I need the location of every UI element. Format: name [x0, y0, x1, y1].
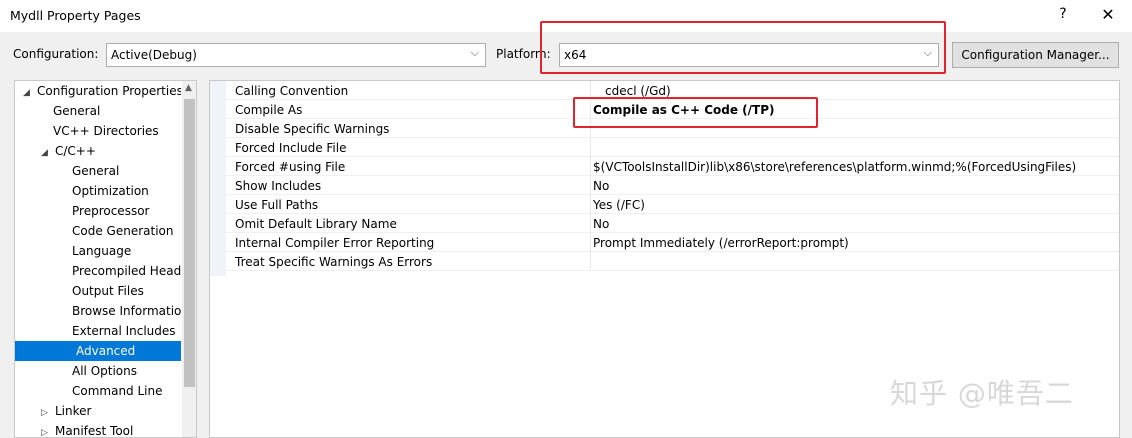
column-divider: [590, 119, 591, 138]
window-title: Mydll Property Pages: [10, 8, 141, 23]
tree-item-label: External Includes: [72, 324, 176, 338]
property-row[interactable]: Omit Default Library Name No: [226, 214, 1119, 233]
property-row[interactable]: Forced Include File: [226, 138, 1119, 157]
tree-item-label: Language: [72, 244, 132, 258]
tree-item[interactable]: Precompiled Headers: [72, 261, 181, 281]
scroll-thumb[interactable]: [184, 99, 195, 387]
tree-item[interactable]: Advanced: [15, 341, 181, 361]
property-value[interactable]: $(VCToolsInstallDir)lib\x86\store\refere…: [593, 160, 1076, 174]
property-row[interactable]: Compile As Compile as C++ Code (/TP): [226, 100, 1119, 119]
tree-item-label: All Options: [72, 364, 137, 378]
collapse-arrow-icon[interactable]: ▷: [41, 423, 55, 437]
collapse-arrow-icon[interactable]: ▷: [41, 403, 55, 421]
property-row[interactable]: Calling Convention __cdecl (/Gd): [226, 81, 1119, 100]
property-row[interactable]: Internal Compiler Error Reporting Prompt …: [226, 233, 1119, 252]
property-row[interactable]: Use Full Paths Yes (/FC): [226, 195, 1119, 214]
property-name: Disable Specific Warnings: [235, 122, 390, 136]
tree-item[interactable]: ◢ C/C++: [41, 141, 181, 161]
property-value[interactable]: No: [593, 179, 609, 193]
tree-item-label: General: [72, 164, 120, 178]
close-button[interactable]: ✕: [1093, 5, 1123, 24]
grid-margin: [210, 81, 226, 276]
tree-item[interactable]: All Options: [72, 361, 181, 381]
tree-item-label: C/C++: [55, 144, 96, 158]
tree-item[interactable]: External Includes: [72, 321, 181, 341]
configuration-value: Active(Debug): [111, 48, 197, 62]
tree-item[interactable]: ▷ Manifest Tool: [41, 421, 181, 438]
tree-item-label: Precompiled Headers: [72, 264, 181, 278]
tree-item-label: Configuration Properties: [37, 84, 181, 98]
tree-scrollbar[interactable]: ▲: [182, 81, 196, 437]
chevron-down-icon: ⌵: [923, 46, 932, 59]
property-value[interactable]: Prompt Immediately (/errorReport:prompt): [593, 236, 849, 250]
property-name: Compile As: [235, 103, 303, 117]
property-tree[interactable]: ◢ Configuration Properties General VC++ Dir…: [14, 80, 197, 438]
property-name: Internal Compiler Error Reporting: [235, 236, 435, 250]
platform-dropdown[interactable]: x64 ⌵: [559, 43, 939, 67]
tree-item-label: Preprocessor: [72, 204, 150, 218]
property-value[interactable]: Yes (/FC): [593, 198, 645, 212]
scroll-up-icon[interactable]: ▲: [185, 83, 192, 93]
property-row[interactable]: Disable Specific Warnings: [226, 119, 1119, 138]
tree-item[interactable]: Preprocessor: [72, 201, 181, 221]
configuration-label: Configuration:: [13, 47, 99, 61]
column-divider: [590, 100, 591, 119]
property-row[interactable]: Treat Specific Warnings As Errors: [226, 252, 1119, 271]
column-divider: [590, 252, 591, 271]
tree-item-label: Linker: [55, 404, 92, 418]
tree-item-label: Code Generation: [72, 224, 174, 238]
tree-item[interactable]: Language: [72, 241, 181, 261]
tree-item[interactable]: General: [72, 161, 181, 181]
property-name: Omit Default Library Name: [235, 217, 397, 231]
tree-item-label: Manifest Tool: [55, 424, 134, 438]
column-divider: [590, 176, 591, 195]
expand-arrow-icon[interactable]: ◢: [23, 83, 37, 101]
title-bar: Mydll Property Pages ? ✕: [0, 0, 1132, 32]
property-name: Forced #using File: [235, 160, 346, 174]
tree-item[interactable]: Browse Information: [72, 301, 181, 321]
column-divider: [590, 157, 591, 176]
property-value[interactable]: No: [593, 217, 609, 231]
configuration-dropdown[interactable]: Active(Debug) ⌵: [106, 43, 486, 67]
tree-item-label: Command Line: [72, 384, 163, 398]
tree-item[interactable]: General: [53, 101, 181, 121]
property-name: Calling Convention: [235, 84, 349, 98]
property-name: Use Full Paths: [235, 198, 319, 212]
tree-item[interactable]: ▷ Linker: [41, 401, 181, 421]
expand-arrow-icon[interactable]: ◢: [41, 143, 55, 161]
column-divider: [590, 233, 591, 252]
tree-item[interactable]: ◢ Configuration Properties: [23, 81, 181, 101]
tree-item[interactable]: Optimization: [72, 181, 181, 201]
property-value[interactable]: __cdecl (/Gd): [593, 84, 671, 98]
tree-item-label: General: [53, 104, 101, 118]
tree-item[interactable]: Output Files: [72, 281, 181, 301]
help-button[interactable]: ?: [1048, 6, 1078, 22]
property-value[interactable]: Compile as C++ Code (/TP): [593, 103, 775, 117]
property-row[interactable]: Show Includes No: [226, 176, 1119, 195]
tree-item-label: Browse Information: [72, 304, 181, 318]
column-divider: [590, 81, 591, 100]
column-divider: [590, 195, 591, 214]
property-name: Show Includes: [235, 179, 322, 193]
platform-value: x64: [564, 48, 587, 62]
configuration-manager-button[interactable]: Configuration Manager...: [952, 42, 1119, 68]
watermark: 知乎 @唯吾二: [890, 377, 1074, 410]
column-divider: [590, 138, 591, 157]
tree-item[interactable]: VC++ Directories: [53, 121, 181, 141]
tree-item-label: Optimization: [72, 184, 149, 198]
tree-item-label: Output Files: [72, 284, 144, 298]
property-name: Forced Include File: [235, 141, 347, 155]
chevron-down-icon: ⌵: [470, 46, 479, 59]
tree-item-label: VC++ Directories: [53, 124, 159, 138]
property-name: Treat Specific Warnings As Errors: [235, 255, 433, 269]
property-row[interactable]: Forced #using File $(VCToolsInstallDir)li…: [226, 157, 1119, 176]
platform-label: Platform:: [496, 47, 551, 61]
tree-item[interactable]: Command Line: [72, 381, 181, 401]
tree-item[interactable]: Code Generation: [72, 221, 181, 241]
column-divider: [590, 214, 591, 233]
tree-item-label: Advanced: [76, 344, 136, 358]
